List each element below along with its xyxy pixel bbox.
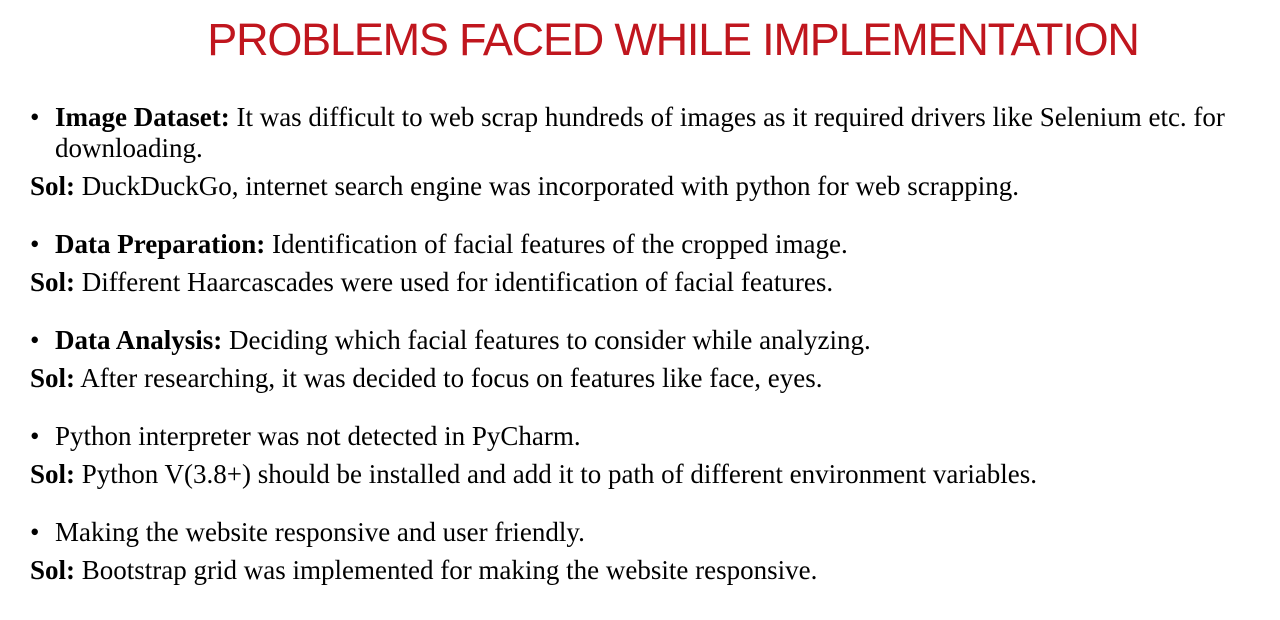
problem-item-python-interpreter: • Python interpreter was not detected in…: [30, 421, 1270, 490]
problem-item-data-analysis: • Data Analysis: Deciding which facial f…: [30, 325, 1270, 394]
problem-text: It was difficult to web scrap hundreds o…: [55, 102, 1225, 163]
slide-title: PROBLEMS FACED WHILE IMPLEMENTATION: [207, 14, 1140, 65]
problem-heading: Image Dataset:: [55, 102, 230, 132]
solution-text: Different Haarcascades were used for ide…: [75, 267, 834, 297]
solution-statement: Sol: Bootstrap grid was implemented for …: [30, 555, 1270, 586]
solution-text: DuckDuckGo, internet search engine was i…: [75, 171, 1019, 201]
solution-label: Sol:: [30, 267, 76, 297]
problem-heading: Data Analysis:: [55, 325, 223, 355]
problem-statement: • Data Preparation: Identification of fa…: [30, 229, 1270, 260]
problem-statement: • Data Analysis: Deciding which facial f…: [30, 325, 1270, 356]
solution-text: Python V(3.8+) should be installed and a…: [75, 459, 1038, 489]
problem-item-responsive-website: • Making the website responsive and user…: [30, 517, 1270, 586]
solution-text: After researching, it was decided to foc…: [75, 363, 823, 393]
bullet-icon: •: [30, 421, 40, 451]
problem-item-data-preparation: • Data Preparation: Identification of fa…: [30, 229, 1270, 298]
problem-statement: • Image Dataset: It was difficult to web…: [30, 102, 1270, 164]
problem-statement: • Python interpreter was not detected in…: [30, 421, 1270, 452]
solution-label: Sol:: [30, 363, 76, 393]
bullet-icon: •: [30, 102, 40, 132]
problem-text: Deciding which facial features to consid…: [222, 325, 871, 355]
solution-statement: Sol: Different Haarcascades were used fo…: [30, 267, 1270, 298]
problem-heading: Data Preparation:: [55, 229, 266, 259]
solution-text: Bootstrap grid was implemented for makin…: [75, 555, 818, 585]
bullet-icon: •: [30, 517, 40, 547]
problem-statement: • Making the website responsive and user…: [30, 517, 1270, 548]
problem-item-image-dataset: • Image Dataset: It was difficult to web…: [30, 102, 1270, 202]
problem-text: Identification of facial features of the…: [265, 229, 848, 259]
solution-statement: Sol: After researching, it was decided t…: [30, 363, 1270, 394]
problem-text: Python interpreter was not detected in P…: [55, 421, 581, 451]
bullet-icon: •: [30, 325, 40, 355]
problems-list: • Image Dataset: It was difficult to web…: [30, 102, 1270, 613]
solution-statement: Sol: Python V(3.8+) should be installed …: [30, 459, 1270, 490]
bullet-icon: •: [30, 229, 40, 259]
slide: PROBLEMS FACED WHILE IMPLEMENTATION • Im…: [0, 0, 1280, 620]
solution-statement: Sol: DuckDuckGo, internet search engine …: [30, 171, 1270, 202]
solution-label: Sol:: [30, 555, 76, 585]
solution-label: Sol:: [30, 171, 76, 201]
solution-label: Sol:: [30, 459, 76, 489]
problem-text: Making the website responsive and user f…: [55, 517, 585, 547]
